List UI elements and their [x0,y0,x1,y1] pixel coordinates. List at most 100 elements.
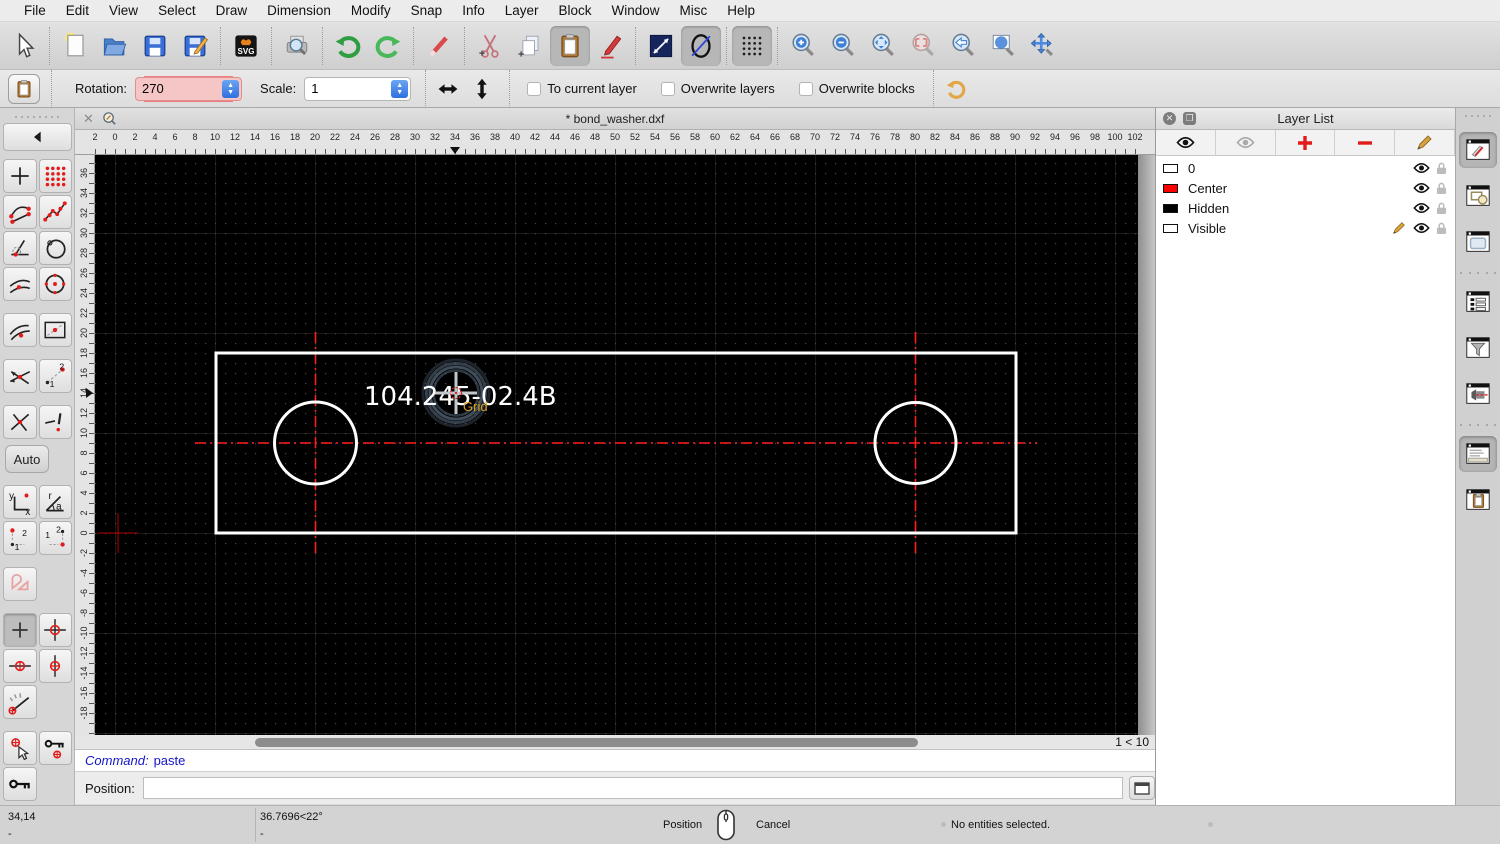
position-input[interactable] [143,777,1123,799]
zoom-auto-button[interactable] [863,26,903,66]
flip-vertical-button[interactable] [465,74,499,104]
paste-button[interactable] [550,26,590,66]
save-button[interactable] [135,26,175,66]
layer-row-hidden[interactable]: Hidden [1156,198,1455,218]
zoom-pan-button[interactable] [1023,26,1063,66]
layer-row-0[interactable]: 0 [1156,158,1455,178]
checkbox-overwrite-blocks[interactable]: Overwrite blocks [799,81,915,96]
layer-color-swatch[interactable] [1163,224,1178,233]
save-as-button[interactable] [175,26,215,66]
snap-intersection-button[interactable] [3,359,37,393]
show-all-layers-button[interactable] [1156,130,1216,155]
redo-button[interactable] [368,26,408,66]
zoom-window-button[interactable] [903,26,943,66]
relative-corner1-button[interactable]: 12 [3,521,37,555]
export-svg-button[interactable]: SVG [226,26,266,66]
snap-distance-button[interactable]: 12 [39,359,73,393]
snap-endpoints-button[interactable] [3,195,37,229]
back-button[interactable] [3,123,72,151]
restrict-logo-button[interactable] [3,567,37,601]
checkbox-to-current-layer[interactable]: To current layer [527,81,637,96]
checkbox-box[interactable] [799,82,813,96]
menu-dimension[interactable]: Dimension [257,0,341,22]
panel-splitter[interactable] [1138,155,1155,735]
flip-horizontal-button[interactable] [431,74,465,104]
snap-on-circle-button[interactable] [39,231,73,265]
layer-color-swatch[interactable] [1163,164,1178,173]
menu-view[interactable]: View [99,0,148,22]
dock-layer-list-button[interactable] [1459,132,1497,168]
layer-lock-icon[interactable] [1436,222,1447,235]
restrict-orthogonal-button[interactable] [39,613,73,647]
menu-block[interactable]: Block [549,0,602,22]
dock-block-list-button[interactable] [1459,178,1497,214]
toolbar-drag-handle[interactable] [2,113,72,121]
menu-select[interactable]: Select [148,0,206,22]
command-widget-dock-button[interactable] [1129,776,1155,800]
lock-layer-key-button[interactable] [3,767,37,801]
snap-intersection-manual-button[interactable] [3,405,37,439]
menu-file[interactable]: File [14,0,56,22]
open-document-button[interactable] [95,26,135,66]
zoom-out-button[interactable] [823,26,863,66]
layer-color-swatch[interactable] [1163,204,1178,213]
dock-selection-filter-button[interactable] [1459,330,1497,366]
reset-rotation-button[interactable] [939,74,973,104]
snap-center-button[interactable] [39,267,73,301]
snap-middle-button[interactable] [3,267,37,301]
snap-on-entity-button[interactable] [39,195,73,229]
zoom-view-button[interactable] [983,26,1023,66]
snap-grid-button[interactable] [39,159,73,193]
grid-toggle-button[interactable] [732,26,772,66]
snap-perpendicular-button[interactable] [3,231,37,265]
ellipse-tool-button[interactable] [681,26,721,66]
menu-snap[interactable]: Snap [401,0,453,22]
dock-command-line-button[interactable] [1459,436,1497,472]
layer-lock-icon[interactable] [1436,162,1447,175]
add-layer-button[interactable] [1276,130,1336,155]
coordinate-polar-button[interactable]: ra [39,485,73,519]
command-line[interactable]: Command: paste [75,750,1155,772]
active-paste-tool-button[interactable] [8,74,40,104]
lock-relative-zero-button[interactable] [39,731,73,765]
checkbox-box[interactable] [527,82,541,96]
checkbox-box[interactable] [661,82,675,96]
menu-layer[interactable]: Layer [495,0,549,22]
restrict-nothing-button[interactable] [3,613,37,647]
zoom-previous-button[interactable] [943,26,983,66]
set-relative-zero-button[interactable] [3,731,37,765]
select-arrow-button[interactable] [4,26,44,66]
cut-button[interactable] [470,26,510,66]
layer-visibility-eye-icon[interactable] [1413,202,1430,214]
zoom-in-button[interactable] [783,26,823,66]
menu-window[interactable]: Window [602,0,670,22]
layer-color-swatch[interactable] [1163,184,1178,193]
menu-draw[interactable]: Draw [206,0,258,22]
rotation-stepper[interactable]: ▲▼ [222,80,239,98]
snap-auto-button[interactable]: Auto [5,445,49,473]
dock-entity-list-button[interactable] [1459,284,1497,320]
relative-corner2-button[interactable]: 12 [39,521,73,555]
layer-visibility-eye-icon[interactable] [1413,162,1430,174]
restrict-horizontal-button[interactable] [3,649,37,683]
snap-free-button[interactable] [3,159,37,193]
hide-all-layers-button[interactable] [1216,130,1276,155]
restrict-vertical-button[interactable] [39,649,73,683]
dock-library-browser-button[interactable] [1459,224,1497,260]
menu-misc[interactable]: Misc [670,0,718,22]
layer-visibility-eye-icon[interactable] [1413,182,1430,194]
coordinate-cartesian-button[interactable]: yx [3,485,37,519]
menu-edit[interactable]: Edit [56,0,99,22]
delete-entities-button[interactable] [419,26,459,66]
drawing-canvas[interactable]: 104.245-02.4B Grid [95,155,1138,735]
draw-pen-button[interactable] [590,26,630,66]
scrollbar-thumb[interactable] [255,738,918,747]
dock-drag-handle[interactable] [1465,112,1491,120]
line-tool-button[interactable] [641,26,681,66]
horizontal-scrollbar[interactable]: 1 < 10 [75,735,1155,750]
restrict-nothing-info-button[interactable] [39,405,73,439]
layer-lock-icon[interactable] [1436,202,1447,215]
snap-tangent-button[interactable] [3,313,37,347]
layer-lock-icon[interactable] [1436,182,1447,195]
layer-visibility-eye-icon[interactable] [1413,222,1430,234]
